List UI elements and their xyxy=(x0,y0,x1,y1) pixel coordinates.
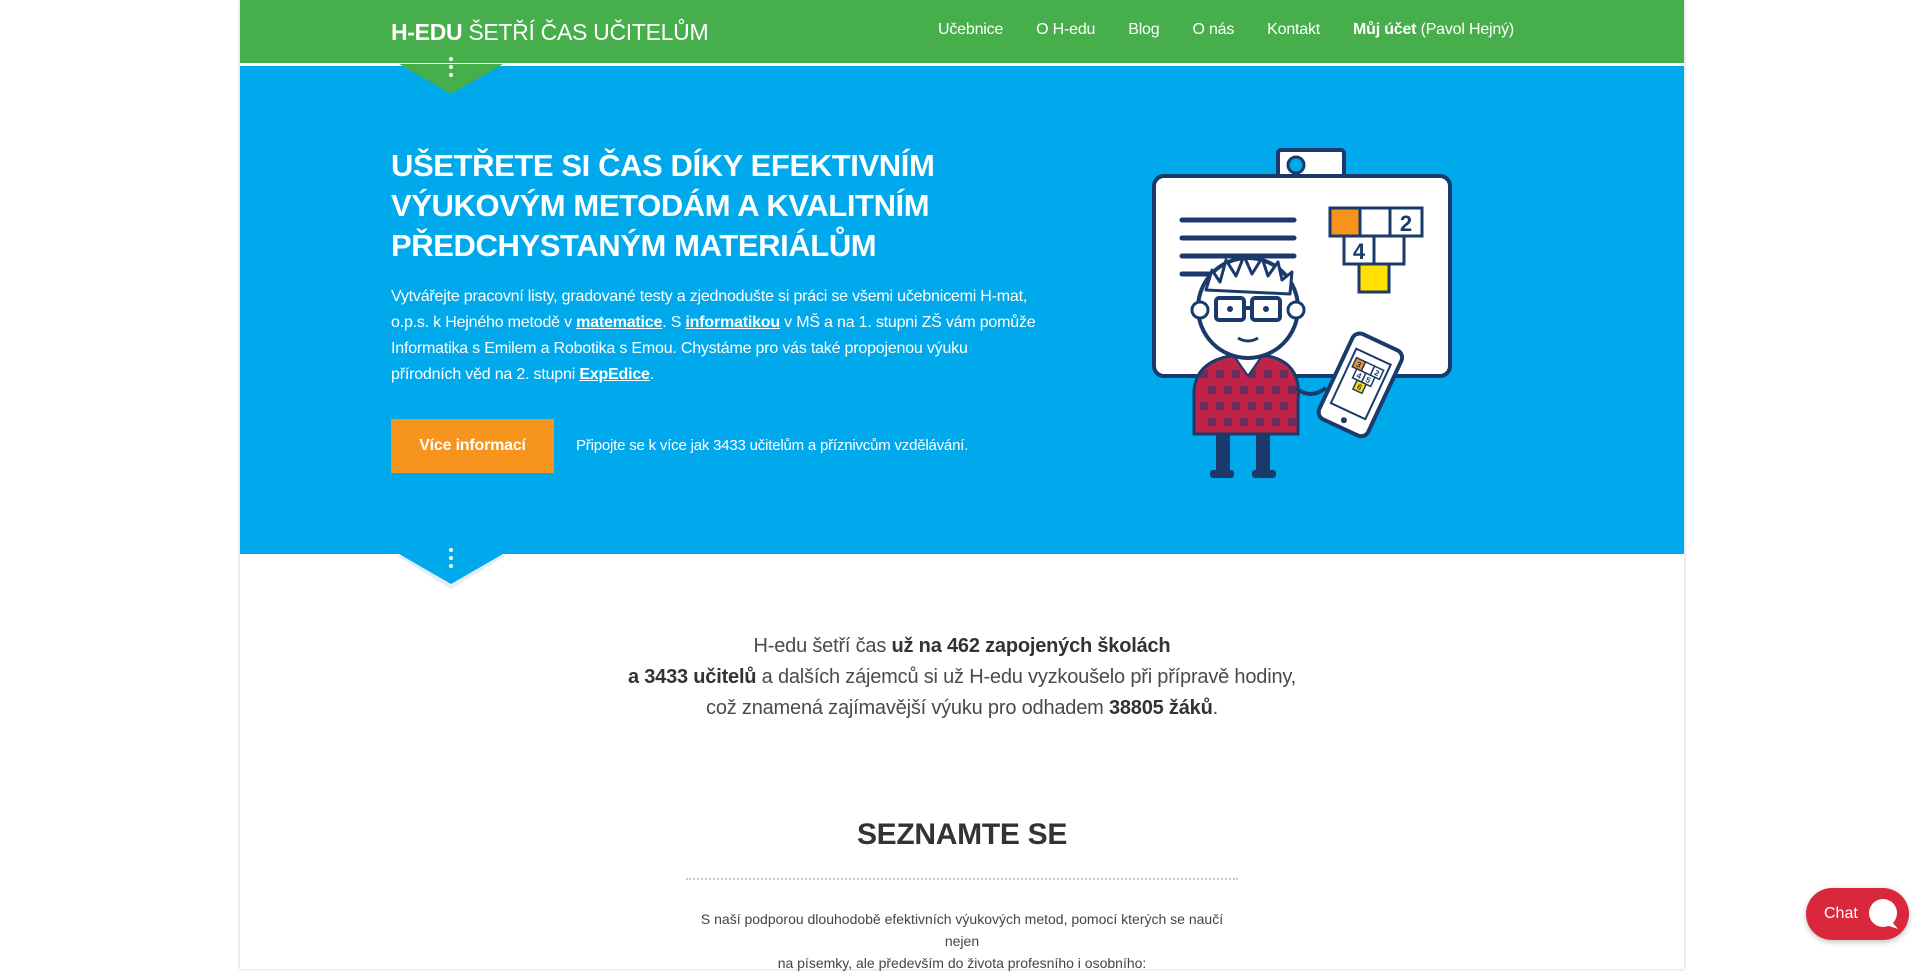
dots-icon xyxy=(448,548,454,568)
dotted-divider xyxy=(686,878,1238,880)
main-nav: Učebnice O H-edu Blog O nás Kontakt Můj … xyxy=(905,21,1514,39)
chat-bubble-icon xyxy=(1869,899,1898,929)
nav-item-o-nas[interactable]: O nás xyxy=(1192,21,1234,39)
account-user: (Pavol Hejný) xyxy=(1420,21,1515,38)
dots-icon xyxy=(448,57,454,77)
tile-number-a: 2 xyxy=(1400,211,1412,236)
link-matematice[interactable]: matematice xyxy=(576,314,662,331)
intro-text-2: . S xyxy=(662,314,686,331)
nav-item-o-hedu[interactable]: O H-edu xyxy=(1036,21,1095,39)
chat-button[interactable]: Chat xyxy=(1806,888,1909,940)
stats-schools: už na 462 zapojených školách xyxy=(891,635,1171,657)
stats-line-3: což znamená zajímavější výuku pro odhade… xyxy=(706,697,1218,719)
hero-intro: Vytvářejte pracovní listy, gradované tes… xyxy=(391,284,1041,388)
join-text: Připojte se k více jak 3433 učitelům a p… xyxy=(576,437,969,454)
more-info-button[interactable]: Více informací xyxy=(391,419,554,473)
logo-brand: H-EDU xyxy=(391,19,463,45)
account-label: Můj účet xyxy=(1353,21,1417,38)
logo[interactable]: H-EDU ŠETŘÍ ČAS UČITELŮM xyxy=(391,19,709,46)
stats-pupils: 38805 žáků xyxy=(1108,697,1213,719)
stats-line-2: a 3433 učitelů a dalších zájemců si už H… xyxy=(627,666,1297,688)
stats-teachers: a 3433 učitelů xyxy=(627,666,757,688)
hero-section: Ušetřete si čas díky efektivním výukovým… xyxy=(240,66,1684,554)
section-title: SEZNAMTE SE xyxy=(856,818,1068,851)
page: H-EDU ŠETŘÍ ČAS UČITELŮM Učebnice O H-edu… xyxy=(240,0,1684,971)
site-header: H-EDU ŠETŘÍ ČAS UČITELŮM Učebnice O H-edu… xyxy=(240,0,1684,66)
link-informatikou[interactable]: informatikou xyxy=(685,314,780,331)
nav-item-account[interactable]: Můj účet (Pavol Hejný) xyxy=(1353,21,1514,39)
link-expedice[interactable]: ExpEdice xyxy=(579,366,650,383)
hero-title: Ušetřete si čas díky efektivním výukovým… xyxy=(391,148,935,263)
logo-tagline: ŠETŘÍ ČAS UČITELŮM xyxy=(468,19,709,45)
nav-item-blog[interactable]: Blog xyxy=(1128,21,1159,39)
nav-item-kontakt[interactable]: Kontakt xyxy=(1267,21,1320,39)
intro-text-4: . xyxy=(649,366,654,383)
stats-text: H-edu šetří čas už na 462 zapojených ško… xyxy=(240,631,1684,724)
chat-label: Chat xyxy=(1824,905,1858,922)
nav-item-ucebnice[interactable]: Učebnice xyxy=(938,21,1003,39)
section-text: S naší podporou dlouhodobě efektivních v… xyxy=(700,911,1224,971)
tile-number-b: 4 xyxy=(1353,239,1366,264)
stats-line-1: H-edu šetří čas už na 462 zapojených ško… xyxy=(753,635,1171,657)
teacher-illustration: 2 4 3 2 4 5 6 xyxy=(1152,148,1452,478)
